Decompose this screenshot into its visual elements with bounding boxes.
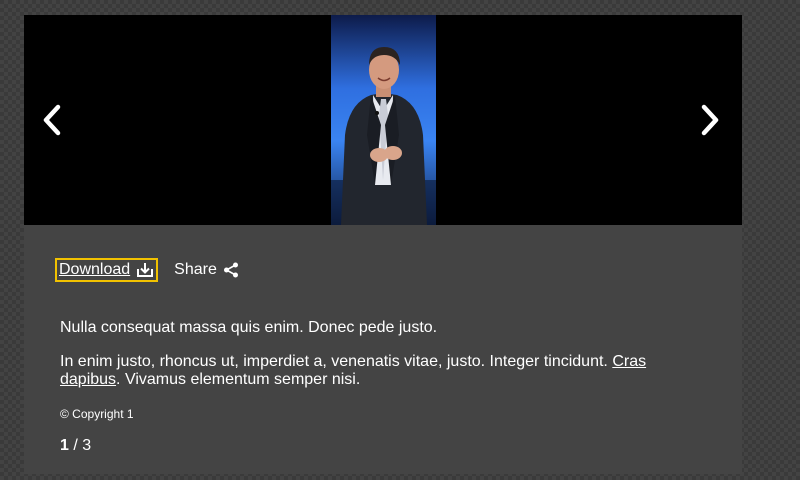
share-button[interactable]: Share <box>174 261 239 279</box>
caption-paragraph-1: Nulla consequat massa quis enim. Donec p… <box>60 319 438 336</box>
share-label: Share <box>174 261 217 278</box>
previous-button[interactable] <box>32 102 72 138</box>
slide-current: 1 <box>60 437 69 454</box>
copyright-text: © Copyright 1 <box>60 407 134 421</box>
download-button[interactable]: Download <box>55 258 159 282</box>
image-stage <box>24 15 742 225</box>
share-icon <box>223 262 238 278</box>
lightbox-panel: Download Share Nulla consequat massa qui… <box>24 15 742 474</box>
slide-total: 3 <box>82 437 92 454</box>
download-icon <box>137 263 154 277</box>
caption-text-before-link: In enim justo, rhoncus ut, imperdiet a, … <box>60 353 608 370</box>
next-button[interactable] <box>690 102 730 138</box>
chevron-right-icon <box>701 104 719 136</box>
gallery-photo <box>331 15 436 225</box>
caption-text-after-link: . Vivamus elementum semper nisi. <box>116 371 361 388</box>
caption-paragraph-2: In enim justo, rhoncus ut, imperdiet a, … <box>60 353 700 389</box>
slide-counter: 1 / 3 <box>60 437 91 455</box>
download-label: Download <box>59 261 131 278</box>
slide-separator: / <box>68 437 83 454</box>
chevron-left-icon <box>43 104 61 136</box>
action-bar: Download Share <box>55 258 239 282</box>
image-caption: Nulla consequat massa quis enim. Donec p… <box>60 319 700 405</box>
